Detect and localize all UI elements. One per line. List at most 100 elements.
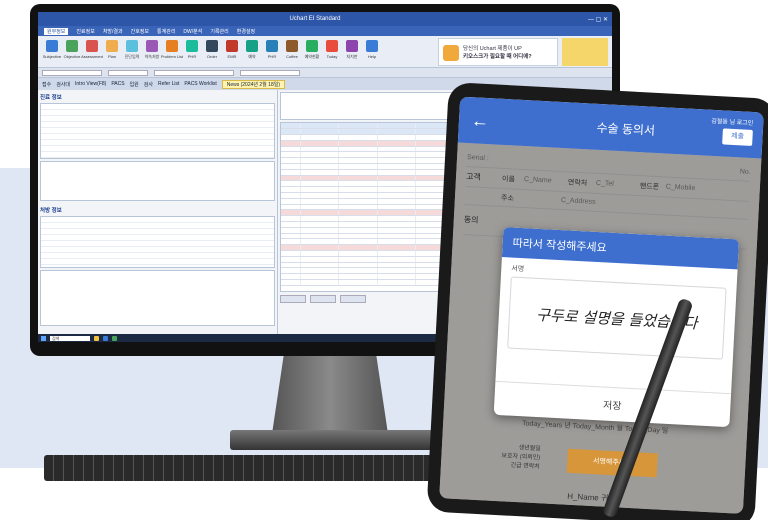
ribbon-icon [246, 39, 258, 52]
menu-item[interactable]: 간호정보 [131, 28, 149, 35]
quick-tool-button[interactable]: Refer List [158, 81, 179, 87]
ribbon-button[interactable]: EMR [222, 38, 242, 66]
ribbon-icon [306, 39, 318, 52]
order-section-title: 처방 정보 [40, 207, 62, 214]
quick-tool-button[interactable]: 입원 [130, 81, 139, 88]
ribbon-icon [146, 39, 158, 52]
signature-pad[interactable]: 구두로 설명을 들었습니다 [507, 276, 727, 360]
ribbon-button[interactable]: Order [202, 38, 222, 66]
ribbon-icon [126, 39, 138, 52]
ribbon-label: Subjective [42, 53, 62, 59]
main-menubar: 원무정보 진료정보 처방/결과 간호정보 통계관리 DW/분석 기록관리 환경설정 [38, 26, 612, 36]
memo-box[interactable] [40, 161, 275, 201]
news-banner[interactable]: News (2024년 2월 18일) [221, 79, 285, 89]
ribbon-icon [46, 39, 58, 52]
promo-banner[interactable]: 당신의 Uchart 제품이 UP 키오스크가 필요할 때 어디에? [438, 37, 558, 66]
patient-search-bar [38, 68, 612, 78]
ribbon-icon [166, 39, 178, 52]
ribbon-button[interactable]: 예약 [242, 38, 262, 66]
patient-id-field[interactable] [108, 69, 148, 76]
app-icon[interactable] [112, 335, 117, 341]
ribbon-button[interactable]: PHR [262, 38, 282, 66]
menu-item[interactable]: 기록관리 [210, 28, 228, 35]
ribbon-icon [106, 39, 118, 52]
ribbon-button[interactable]: 처치판 [342, 38, 362, 66]
quick-tool-button[interactable]: Intro View(F8) [75, 81, 106, 87]
menu-item[interactable]: DW/분석 [183, 28, 202, 35]
ribbon-icon [86, 39, 98, 52]
promo-line-2: 키오스크가 필요할 때 어디에? [463, 53, 532, 60]
windows-start-icon[interactable] [41, 335, 46, 341]
ribbon-button[interactable]: 진단입력 [122, 38, 142, 66]
promo-thumbnail[interactable] [562, 37, 608, 66]
ribbon-icon [206, 39, 218, 52]
quick-tool-button[interactable]: 검사대 [56, 81, 70, 88]
notes-box[interactable] [40, 270, 275, 326]
ribbon-label: Coffee [286, 53, 298, 59]
order-grid [40, 216, 275, 268]
menu-item[interactable]: 환경설정 [237, 28, 255, 35]
ribbon-button[interactable]: 예약현황 [302, 38, 322, 66]
patient-name-field[interactable] [154, 69, 234, 76]
ribbon-label: Plan [107, 53, 116, 59]
ribbon-label: PHR [187, 53, 197, 59]
ribbon-label: EMR [227, 53, 237, 59]
signer-labels: 생년월일 보호자 (의뢰인) 긴급 연락처 [501, 443, 541, 472]
ribbon-button[interactable]: 약속처방 [142, 38, 162, 66]
quick-tool-button[interactable]: PACS [111, 81, 124, 87]
history-action-button[interactable] [340, 295, 366, 303]
history-action-button[interactable] [310, 295, 336, 303]
monitor-stand [230, 430, 450, 450]
taskbar-search[interactable]: 검색 [50, 335, 90, 341]
menu-item[interactable]: 원무정보 [44, 27, 69, 35]
quick-tool-button[interactable]: PACS Worklist [184, 81, 216, 87]
menu-item[interactable]: 진료정보 [76, 28, 94, 35]
ribbon-button[interactable]: Problem List [160, 38, 184, 66]
ribbon-label: Objective [63, 53, 81, 59]
ribbon-label: 예약현황 [304, 53, 320, 59]
ribbon-toolbar: Subjective Objective Assessment Plan 진단입력 약속처… [38, 36, 612, 68]
ribbon-icon [226, 39, 238, 52]
ribbon-label: PHR [267, 53, 277, 59]
submit-button[interactable]: 제출 [722, 128, 753, 146]
ribbon-label: 처치판 [346, 53, 358, 59]
history-action-button[interactable] [280, 295, 306, 303]
ribbon-icon [286, 39, 298, 52]
patient-pane: 진료 정보 처방 정보 [38, 90, 278, 334]
sign-here-button[interactable]: 서명해주세요 [566, 448, 658, 478]
menu-item[interactable]: 통계관리 [157, 28, 175, 35]
ribbon-button[interactable]: PHR [182, 38, 202, 66]
ribbon-button[interactable]: Assessment [81, 38, 103, 66]
ribbon-button[interactable]: Coffee [282, 38, 302, 66]
menu-item[interactable]: 처방/결과 [103, 28, 123, 35]
patient-section-title: 진료 정보 [40, 94, 62, 101]
ribbon-label: Today [326, 53, 338, 59]
window-controls[interactable]: — ▢ ✕ [588, 16, 608, 23]
browser-icon[interactable] [103, 335, 108, 341]
ribbon-label: Problem List [160, 53, 184, 59]
ribbon-button[interactable]: Objective [62, 38, 82, 66]
ribbon-button[interactable]: Plan [102, 38, 122, 66]
promo-line-1: 당신의 Uchart 제품이 UP [463, 45, 522, 52]
patient-info-grid [40, 103, 275, 159]
ribbon-button[interactable]: Today [322, 38, 342, 66]
quick-tool-button[interactable]: 접수 [42, 81, 51, 88]
monitor-neck [272, 356, 388, 434]
ribbon-icon [186, 39, 198, 52]
ribbon-icon [366, 39, 378, 52]
ribbon-label: Order [206, 53, 218, 59]
ribbon-label: 예약 [248, 53, 256, 59]
folder-icon[interactable] [94, 335, 99, 341]
tablet-screen: ← 수술 동의서 김철동 님 로그인 제출 Serial : No. 고객 이름… [439, 96, 764, 514]
ribbon-button[interactable]: Subjective [42, 38, 62, 66]
signature-dialog: 따라서 작성해주세요 서명 구두로 설명을 들었습니다 저장 [493, 227, 740, 428]
quick-tool-button[interactable]: 검사 [144, 81, 153, 88]
visit-date-field[interactable] [240, 69, 300, 76]
back-arrow-icon[interactable]: ← [470, 110, 501, 133]
ribbon-icon [266, 39, 278, 52]
window-title: Uchart EI Standard [289, 16, 341, 22]
ribbon-label: 진단입력 [124, 53, 140, 59]
ribbon-label: Help [367, 53, 377, 59]
patient-search-input[interactable] [42, 69, 102, 76]
ribbon-button[interactable]: Help [362, 38, 382, 66]
